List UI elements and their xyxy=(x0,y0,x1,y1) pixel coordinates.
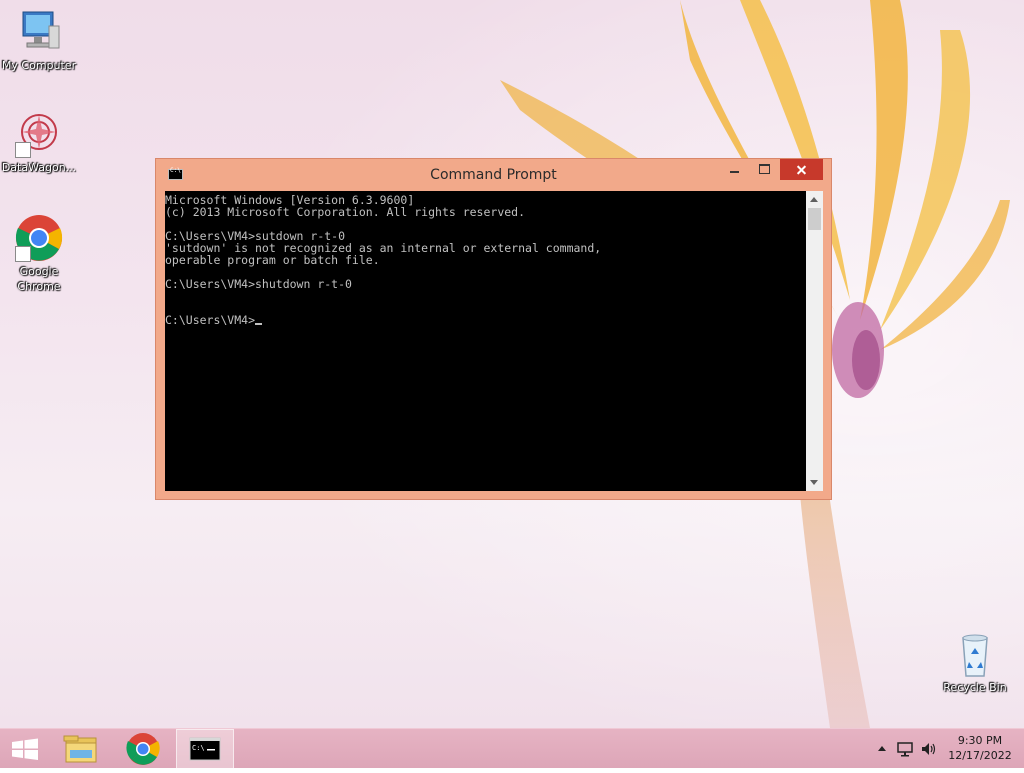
taskbar: C:\ 9:30 PM 12/17/2022 xyxy=(0,728,1024,769)
scroll-thumb[interactable] xyxy=(808,208,821,230)
maximize-button[interactable] xyxy=(752,159,777,180)
taskbar-google-chrome[interactable] xyxy=(118,729,168,769)
desktop-icon-label: My Computer xyxy=(1,59,77,72)
desktop-icon-google-chrome[interactable]: Google Chrome xyxy=(0,214,78,294)
shortcut-arrow-icon xyxy=(15,246,31,262)
desktop-icon-my-computer[interactable]: My Computer xyxy=(0,8,78,73)
console-prompt: C:\Users\VM4> xyxy=(165,313,256,327)
windows-logo-icon xyxy=(12,738,38,760)
close-button[interactable] xyxy=(780,159,823,180)
clock-date: 12/17/2022 xyxy=(948,749,1012,762)
desktop-icon-recycle-bin[interactable]: Recycle Bin xyxy=(936,630,1014,695)
desktop-icon-label: DataWagon... xyxy=(1,161,77,174)
recycle-bin-icon xyxy=(951,630,999,678)
shortcut-arrow-icon xyxy=(15,142,31,158)
window-titlebar[interactable]: Command Prompt xyxy=(156,159,831,191)
datawagon-logo-icon xyxy=(15,110,63,158)
network-icon[interactable] xyxy=(896,741,914,757)
vertical-scrollbar[interactable] xyxy=(806,191,823,491)
command-prompt-window[interactable]: Command Prompt Microsoft Windows [Versio… xyxy=(155,158,832,500)
start-button[interactable] xyxy=(0,729,50,769)
console-line: (c) 2013 Microsoft Corporation. All righ… xyxy=(165,205,526,219)
text-cursor xyxy=(255,323,263,325)
desktop-icon-datawagon[interactable]: DataWagon... xyxy=(0,110,78,175)
scroll-up-arrow-icon[interactable] xyxy=(806,191,823,208)
chrome-icon xyxy=(126,733,160,765)
volume-icon[interactable] xyxy=(920,741,938,757)
taskbar-command-prompt[interactable]: C:\ xyxy=(176,729,234,769)
desktop-icon-label: Recycle Bin xyxy=(943,681,1007,694)
clock-time: 9:30 PM xyxy=(957,734,1003,747)
show-hidden-icons-chevron-icon[interactable] xyxy=(876,741,888,755)
command-prompt-icon: C:\ xyxy=(189,737,221,761)
desktop-icon-label: Google Chrome xyxy=(17,265,61,293)
desktop: My Computer DataWagon... Google Chrome R… xyxy=(0,0,1024,728)
system-tray: 9:30 PM 12/17/2022 xyxy=(870,729,1024,769)
computer-icon xyxy=(15,8,63,56)
scroll-down-arrow-icon[interactable] xyxy=(806,474,823,491)
folder-icon xyxy=(63,735,97,763)
minimize-button[interactable] xyxy=(722,159,747,180)
clock[interactable]: 9:30 PM 12/17/2022 xyxy=(942,733,1018,763)
chrome-icon xyxy=(15,214,63,262)
console-line: C:\Users\VM4>shutdown r-t-0 xyxy=(165,277,352,291)
console-line: operable program or batch file. xyxy=(165,253,380,267)
console-text: Microsoft Windows [Version 6.3.9600] (c)… xyxy=(165,191,806,326)
svg-text:C:\: C:\ xyxy=(192,744,205,752)
console-output[interactable]: Microsoft Windows [Version 6.3.9600] (c)… xyxy=(165,191,806,491)
taskbar-file-explorer[interactable] xyxy=(56,729,106,769)
